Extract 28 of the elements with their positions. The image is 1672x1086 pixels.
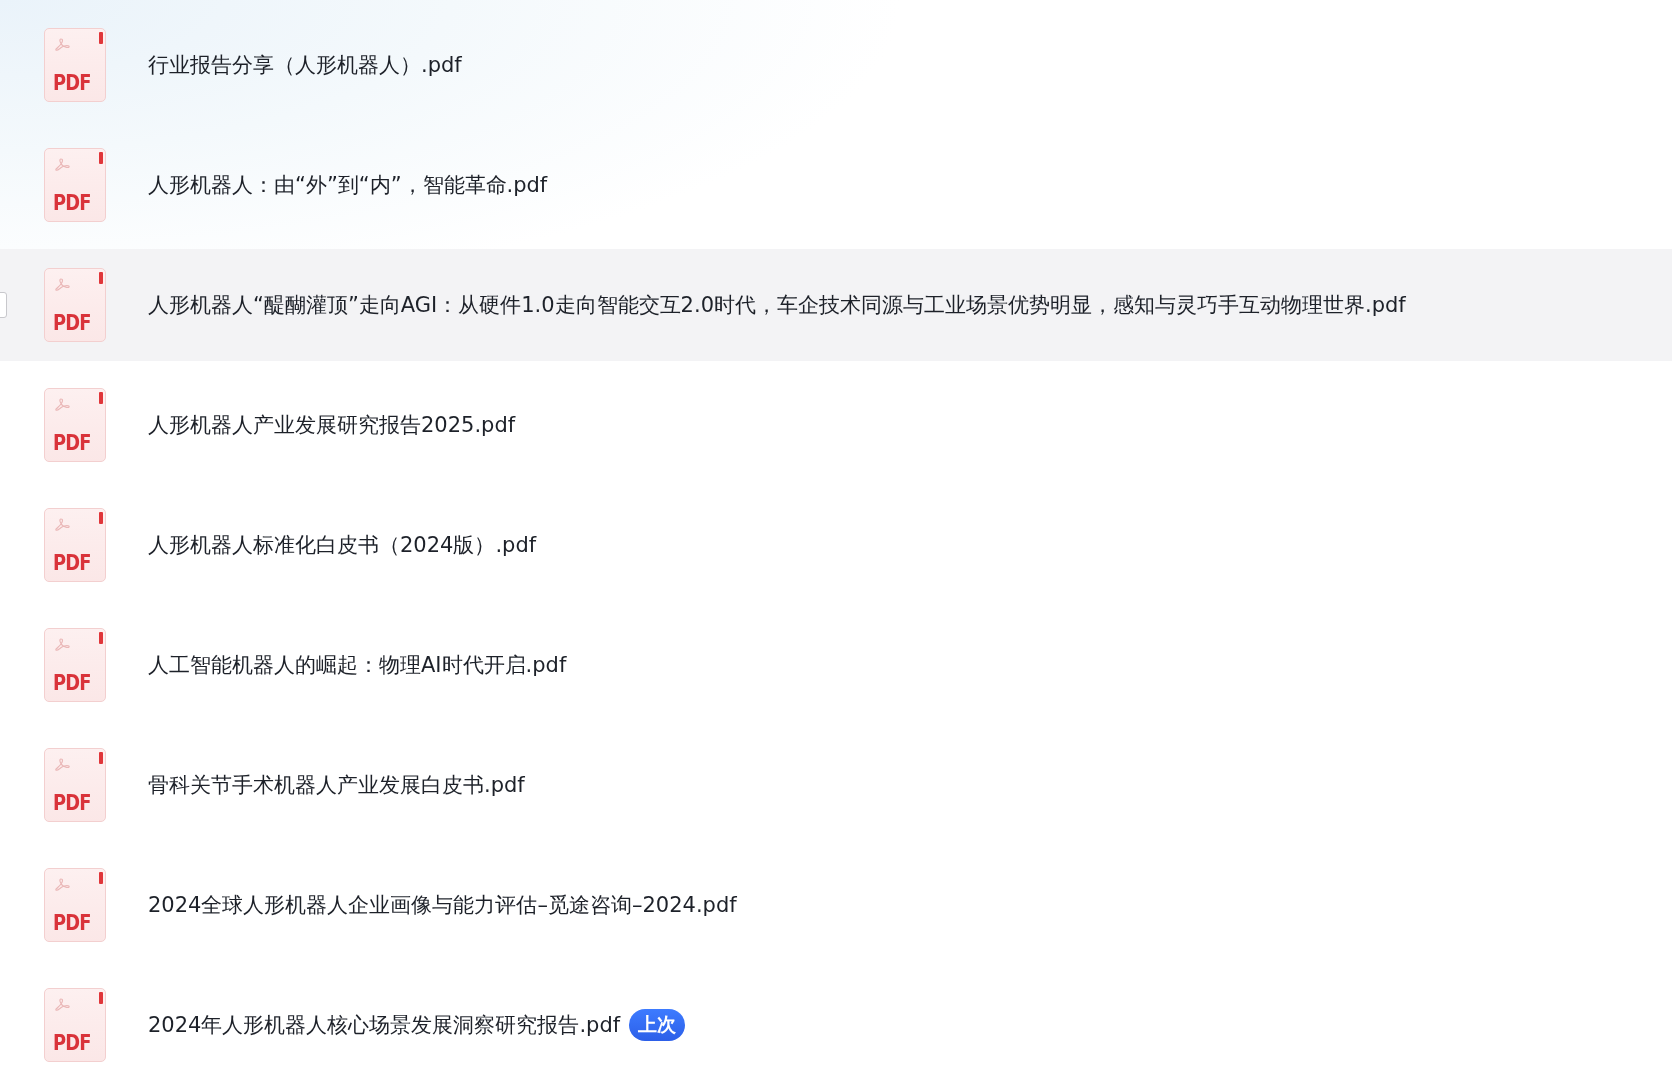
pdf-file-icon: PDF bbox=[44, 628, 106, 702]
pdf-file-icon: PDF bbox=[44, 148, 106, 222]
file-row[interactable]: PDF 骨科关节手术机器人产业发展白皮书.pdf bbox=[0, 729, 1672, 841]
pdf-file-icon: PDF bbox=[44, 508, 106, 582]
file-row[interactable]: PDF 人形机器人产业发展研究报告2025.pdf bbox=[0, 369, 1672, 481]
file-row[interactable]: PDF 行业报告分享（人形机器人）.pdf bbox=[0, 9, 1672, 121]
file-name: 2024全球人形机器人企业画像与能力评估–觅途咨询–2024.pdf bbox=[148, 892, 737, 919]
file-row[interactable]: PDF 2024全球人形机器人企业画像与能力评估–觅途咨询–2024.pdf bbox=[0, 849, 1672, 961]
file-name: 人形机器人标准化白皮书（2024版）.pdf bbox=[148, 532, 537, 559]
pdf-file-icon: PDF bbox=[44, 868, 106, 942]
file-row[interactable]: PDF 人形机器人“醍醐灌顶”走向AGI：从硬件1.0走向智能交互2.0时代，车企技术同源与工业场景优势明显，感知与灵巧手互动物理世界.pdf bbox=[0, 249, 1672, 361]
file-name: 行业报告分享（人形机器人）.pdf bbox=[148, 52, 462, 79]
file-name: 2024年人形机器人核心场景发展洞察研究报告.pdf bbox=[148, 1012, 621, 1039]
pdf-file-icon: PDF bbox=[44, 748, 106, 822]
file-row[interactable]: PDF 人工智能机器人的崛起：物理AI时代开启.pdf bbox=[0, 609, 1672, 721]
pdf-file-icon: PDF bbox=[44, 268, 106, 342]
last-opened-badge: 上次 bbox=[629, 1009, 686, 1041]
file-name: 人工智能机器人的崛起：物理AI时代开启.pdf bbox=[148, 652, 567, 679]
pdf-file-icon: PDF bbox=[44, 988, 106, 1062]
file-name: 人形机器人产业发展研究报告2025.pdf bbox=[148, 412, 516, 439]
file-name: 骨科关节手术机器人产业发展白皮书.pdf bbox=[148, 772, 525, 799]
file-name: 人形机器人：由“外”到“内”，智能革命.pdf bbox=[148, 172, 548, 199]
file-row[interactable]: PDF 2024年人形机器人核心场景发展洞察研究报告.pdf 上次 bbox=[0, 969, 1672, 1081]
file-row[interactable]: PDF 人形机器人标准化白皮书（2024版）.pdf bbox=[0, 489, 1672, 601]
file-row[interactable]: PDF 人形机器人：由“外”到“内”，智能革命.pdf bbox=[0, 129, 1672, 241]
pdf-file-icon: PDF bbox=[44, 388, 106, 462]
file-name: 人形机器人“醍醐灌顶”走向AGI：从硬件1.0走向智能交互2.0时代，车企技术同源与工业场景优势明显，感知与灵巧手互动物理世界.pdf bbox=[148, 292, 1406, 319]
pdf-file-icon: PDF bbox=[44, 28, 106, 102]
